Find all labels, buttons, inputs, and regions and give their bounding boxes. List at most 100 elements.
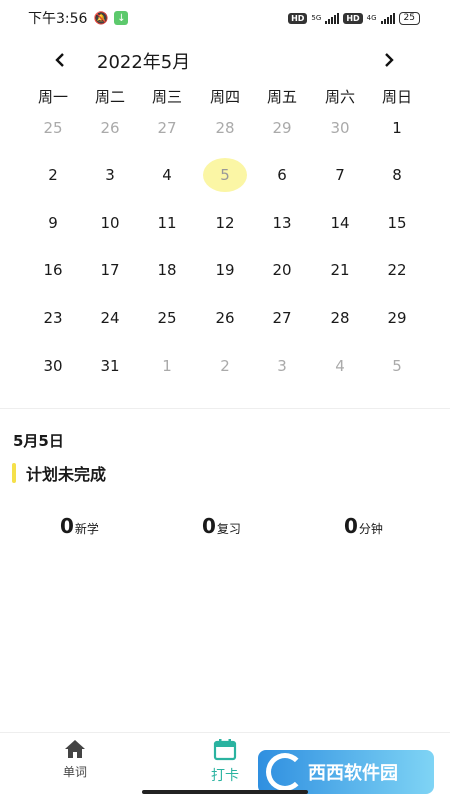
- stat-unit: 分钟: [358, 522, 383, 536]
- calendar-day-number: 27: [272, 309, 292, 327]
- calendar-day-number: 19: [215, 261, 235, 279]
- calendar-day-selected[interactable]: 5: [200, 156, 250, 194]
- battery-icon: 25: [398, 11, 420, 25]
- calendar-day-number: 29: [387, 309, 407, 327]
- calendar-day[interactable]: 1: [372, 109, 422, 147]
- stat-value: 0: [202, 514, 216, 538]
- tab-words[interactable]: 单词: [45, 739, 105, 780]
- home-indicator[interactable]: [142, 790, 308, 794]
- tab-label: 打卡: [211, 768, 239, 784]
- divider: [0, 408, 450, 409]
- calendar-day[interactable]: 30: [315, 109, 365, 147]
- calendar-day[interactable]: 16: [28, 251, 78, 289]
- calendar-day-number: 13: [272, 214, 292, 232]
- calendar-day[interactable]: 2: [200, 347, 250, 385]
- calendar-day-number: 5: [220, 166, 230, 184]
- calendar-day[interactable]: 27: [257, 299, 307, 337]
- chevron-left-icon: [55, 53, 64, 67]
- calendar-day[interactable]: 24: [85, 299, 135, 337]
- stat-value: 0: [344, 514, 358, 538]
- calendar-day-number: 31: [100, 357, 120, 375]
- calendar-day-number: 30: [330, 119, 350, 137]
- calendar-day-number: 24: [100, 309, 120, 327]
- calendar-day-number: 7: [335, 166, 345, 184]
- calendar-day[interactable]: 7: [315, 156, 365, 194]
- weekday-label: 周日: [381, 88, 412, 106]
- calendar-day[interactable]: 17: [85, 251, 135, 289]
- calendar-day-number: 25: [157, 309, 177, 327]
- calendar-day[interactable]: 29: [372, 299, 422, 337]
- calendar-day[interactable]: 4: [142, 156, 192, 194]
- calendar-day[interactable]: 11: [142, 204, 192, 242]
- calendar-day[interactable]: 26: [85, 109, 135, 147]
- mute-icon: 🔕: [93, 11, 109, 25]
- calendar-day[interactable]: 27: [142, 109, 192, 147]
- calendar-day[interactable]: 25: [28, 109, 78, 147]
- calendar-day[interactable]: 10: [85, 204, 135, 242]
- tab-label: 单词: [62, 765, 87, 779]
- tab-checkin[interactable]: 打卡: [195, 739, 255, 785]
- prev-month-button[interactable]: [48, 48, 72, 72]
- calendar-day[interactable]: 28: [315, 299, 365, 337]
- calendar-day-number: 1: [392, 119, 402, 137]
- hd-badge-1: HD: [288, 12, 308, 24]
- plan-status-row: 计划未完成: [12, 463, 107, 484]
- calendar-day[interactable]: 3: [85, 156, 135, 194]
- calendar-day[interactable]: 25: [142, 299, 192, 337]
- weekday-label: 周六: [324, 88, 355, 106]
- calendar-day-number: 4: [162, 166, 172, 184]
- weekday-header: 周一 周二 周三 周四 周五 周六 周日: [0, 86, 450, 110]
- calendar-day[interactable]: 29: [257, 109, 307, 147]
- calendar-day[interactable]: 26: [200, 299, 250, 337]
- stat-minutes: 0 分钟: [344, 514, 383, 538]
- calendar-day[interactable]: 9: [28, 204, 78, 242]
- calendar-day-number: 18: [157, 261, 177, 279]
- calendar-day-number: 10: [100, 214, 120, 232]
- calendar-day[interactable]: 1: [142, 347, 192, 385]
- stat-unit: 复习: [216, 522, 241, 536]
- calendar-day[interactable]: 6: [257, 156, 307, 194]
- calendar-day-number: 2: [220, 357, 230, 375]
- calendar-day[interactable]: 2: [28, 156, 78, 194]
- calendar-day[interactable]: 22: [372, 251, 422, 289]
- calendar-day-number: 12: [215, 214, 235, 232]
- calendar-day[interactable]: 15: [372, 204, 422, 242]
- calendar-day[interactable]: 23: [28, 299, 78, 337]
- next-month-button[interactable]: [377, 48, 401, 72]
- calendar-day[interactable]: 18: [142, 251, 192, 289]
- calendar-day[interactable]: 21: [315, 251, 365, 289]
- calendar-day-number: 17: [100, 261, 120, 279]
- weekday-label: 周五: [266, 88, 297, 106]
- calendar-day-number: 30: [43, 357, 63, 375]
- calendar-day[interactable]: 8: [372, 156, 422, 194]
- calendar-day[interactable]: 12: [200, 204, 250, 242]
- calendar-day[interactable]: 14: [315, 204, 365, 242]
- network-type-2: 4G: [366, 13, 377, 22]
- stat-value: 0: [60, 514, 74, 538]
- calendar-day[interactable]: 3: [257, 347, 307, 385]
- calendar-day-number: 3: [105, 166, 115, 184]
- calendar-day-number: 28: [215, 119, 235, 137]
- calendar-day-number: 16: [43, 261, 63, 279]
- calendar-day[interactable]: 28: [200, 109, 250, 147]
- calendar-day[interactable]: 13: [257, 204, 307, 242]
- month-header: 2022年5月: [0, 44, 450, 76]
- calendar-day[interactable]: 4: [315, 347, 365, 385]
- hd-badge-2: HD: [343, 12, 363, 24]
- calendar-day-number: 26: [215, 309, 235, 327]
- calendar-day[interactable]: 5: [372, 347, 422, 385]
- calendar-day[interactable]: 30: [28, 347, 78, 385]
- stat-review: 0 复习: [202, 514, 241, 538]
- calendar-day-number: 4: [335, 357, 345, 375]
- calendar-day-number: 15: [387, 214, 407, 232]
- calendar-day-number: 14: [330, 214, 350, 232]
- watermark-text: 西西软件园: [308, 763, 398, 784]
- calendar-day-number: 23: [43, 309, 63, 327]
- calendar-day[interactable]: 20: [257, 251, 307, 289]
- calendar-day[interactable]: 31: [85, 347, 135, 385]
- calendar-icon: [213, 739, 237, 761]
- plan-status-text: 计划未完成: [26, 465, 107, 484]
- calendar-day[interactable]: 19: [200, 251, 250, 289]
- month-title: 2022年5月: [97, 52, 191, 73]
- calendar-day-number: 20: [272, 261, 292, 279]
